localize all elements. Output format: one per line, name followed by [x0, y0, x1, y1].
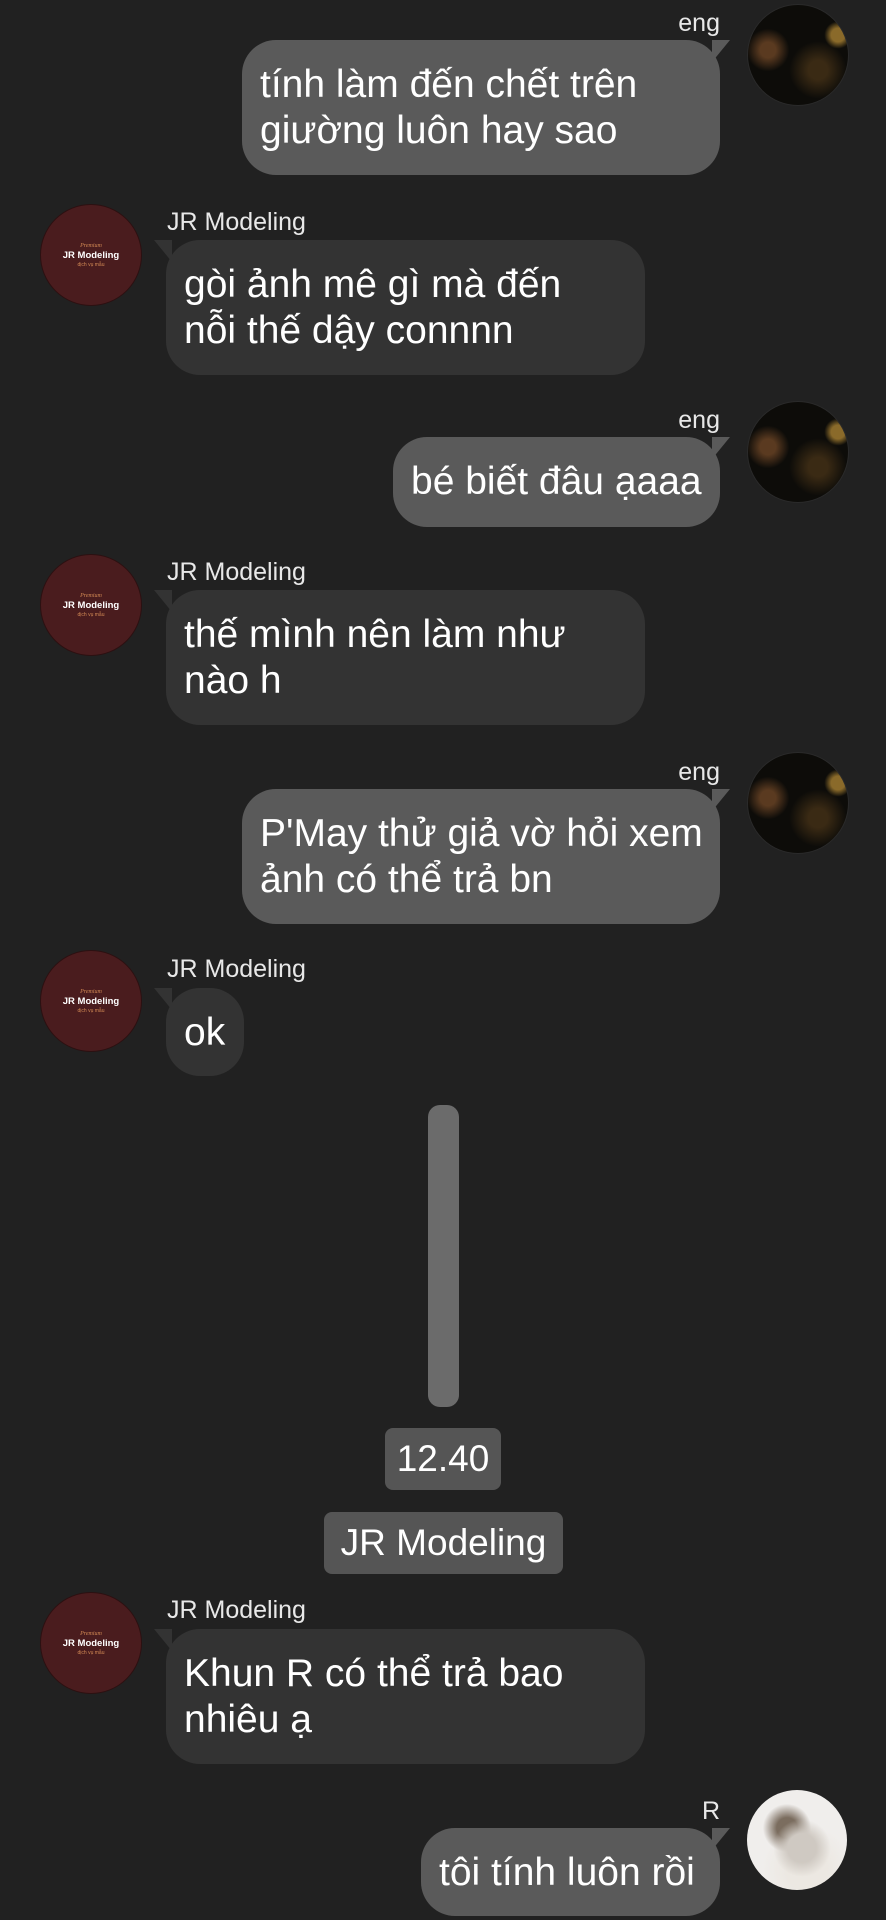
message-bubble[interactable]: thế mình nên làm như nào h	[166, 590, 645, 725]
logo-brand-text: JR Modeling	[62, 995, 120, 1007]
message-line: nỗi thế dậy connnn	[184, 309, 514, 352]
bubble-tail	[712, 437, 730, 459]
message-line: nào h	[184, 659, 282, 702]
logo-tagline-text: dịch vụ mẫu	[77, 261, 105, 268]
logo-brand-text: JR Modeling	[62, 599, 120, 611]
message-line: giường luôn hay sao	[260, 109, 618, 152]
bubble-tail	[154, 240, 172, 262]
message-line: gòi ảnh mê gì mà đến	[184, 263, 562, 306]
eng-avatar[interactable]	[747, 752, 849, 854]
sender-name: JR Modeling	[167, 955, 306, 983]
message-line: tôi tính luôn rồi	[439, 1851, 695, 1894]
sender-name: JR Modeling	[167, 208, 306, 236]
name-pill: JR Modeling	[324, 1512, 563, 1574]
time-pill: 12.40	[385, 1428, 501, 1490]
message-line: nhiêu ạ	[184, 1698, 312, 1741]
bubble-tail	[712, 1828, 730, 1850]
logo-premium-text: Premium	[80, 988, 102, 995]
sender-name: eng	[678, 406, 720, 434]
message-bubble[interactable]: gòi ảnh mê gì mà đến nỗi thế dậy connnn	[166, 240, 645, 375]
message-line: Khun R có thể trả bao	[184, 1652, 564, 1695]
message-line: P'May thử giả vờ hỏi xem	[260, 812, 703, 855]
sender-name: JR Modeling	[167, 1596, 306, 1624]
sender-name: eng	[678, 9, 720, 37]
message-line: bé biết đâu ạaaa	[411, 460, 702, 503]
bubble-tail	[712, 789, 730, 811]
sender-name: R	[701, 1797, 720, 1825]
message-bubble[interactable]: bé biết đâu ạaaa	[393, 437, 720, 527]
sender-name: JR Modeling	[167, 558, 306, 586]
logo-premium-text: Premium	[80, 1630, 102, 1637]
bubble-tail	[154, 590, 172, 612]
bubble-tail	[154, 1629, 172, 1651]
sender-name: eng	[678, 758, 720, 786]
eng-avatar[interactable]	[747, 401, 849, 503]
jr-modeling-avatar[interactable]: Premium JR Modeling dịch vụ mẫu	[40, 1592, 142, 1694]
logo-tagline-text: dịch vụ mẫu	[77, 611, 105, 618]
message-line: ok	[184, 1011, 226, 1054]
logo-premium-text: Premium	[80, 592, 102, 599]
logo-tagline-text: dịch vụ mẫu	[77, 1649, 105, 1656]
jr-modeling-avatar[interactable]: Premium JR Modeling dịch vụ mẫu	[40, 950, 142, 1052]
message-bubble[interactable]: Khun R có thể trả bao nhiêu ạ	[166, 1629, 645, 1764]
logo-brand-text: JR Modeling	[62, 249, 120, 261]
jr-modeling-avatar[interactable]: Premium JR Modeling dịch vụ mẫu	[40, 204, 142, 306]
logo-premium-text: Premium	[80, 242, 102, 249]
scroll-indicator[interactable]	[428, 1105, 459, 1407]
logo-brand-text: JR Modeling	[62, 1637, 120, 1649]
message-line: thế mình nên làm như	[184, 613, 566, 656]
r-avatar[interactable]	[747, 1790, 847, 1890]
eng-avatar[interactable]	[747, 4, 849, 106]
bubble-tail	[712, 40, 730, 62]
message-bubble[interactable]: ok	[166, 988, 244, 1076]
message-bubble[interactable]: P'May thử giả vờ hỏi xem ảnh có thể trả …	[242, 789, 720, 924]
message-bubble[interactable]: tính làm đến chết trên giường luôn hay s…	[242, 40, 720, 175]
message-line: tính làm đến chết trên	[260, 63, 638, 106]
jr-modeling-avatar[interactable]: Premium JR Modeling dịch vụ mẫu	[40, 554, 142, 656]
logo-tagline-text: dịch vụ mẫu	[77, 1007, 105, 1014]
message-bubble[interactable]: tôi tính luôn rồi	[421, 1828, 720, 1916]
message-line: ảnh có thể trả bn	[260, 858, 553, 901]
bubble-tail	[154, 988, 172, 1010]
